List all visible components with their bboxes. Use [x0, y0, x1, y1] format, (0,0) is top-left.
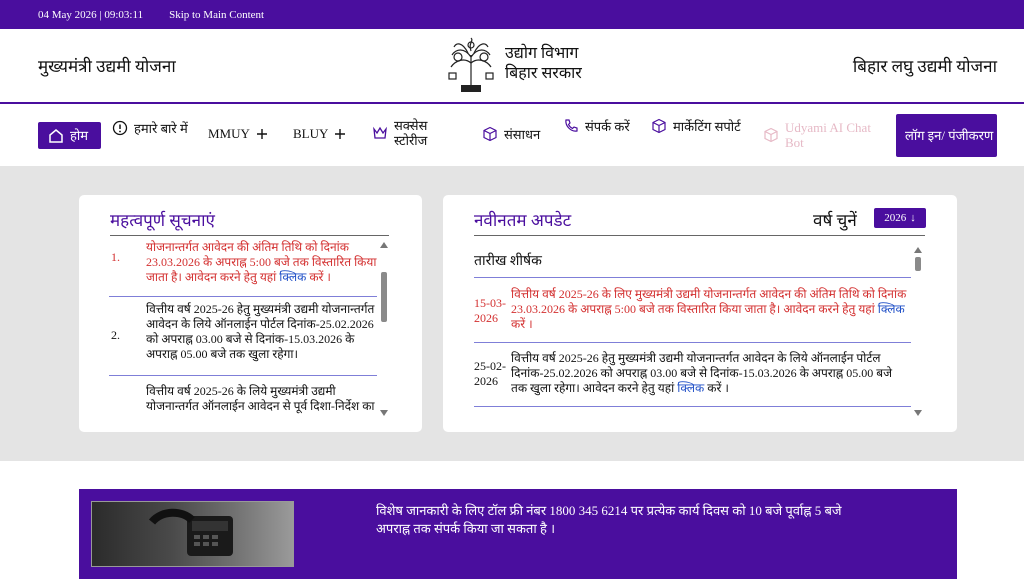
update-text: वित्तीय वर्ष 2025-26 के लिए मुख्यमंत्री … [511, 287, 911, 332]
scroll-up-arrow[interactable] [380, 242, 388, 248]
arrow-down-icon: ↓ [910, 212, 916, 224]
update-item: 25-02-2026 वित्तीय वर्ष 2025-26 हेतु मुख… [474, 351, 912, 396]
notice-text: वित्तीय वर्ष 2025-26 हेतु मुख्यमंत्री उद… [146, 302, 375, 361]
cube-icon [483, 126, 497, 142]
notice-item: 1. योजनान्तर्गत आवेदन की अंतिम तिथि को द… [109, 240, 377, 290]
year-value: 2026 [884, 212, 907, 224]
top-bar: 04 May 2026 | 09:03:11 Skip to Main Cont… [0, 0, 1024, 29]
divider [474, 342, 911, 343]
info-icon [112, 120, 128, 136]
scroll-up-arrow[interactable] [914, 247, 922, 253]
divider [109, 296, 377, 297]
update-text-tail: करें । [511, 317, 533, 331]
nav-about[interactable]: हमारे बारे में [112, 120, 192, 136]
important-notices-card: महत्वपूर्ण सूचनाएं 1. योजनान्तर्गत आवेदन… [79, 195, 422, 432]
year-select[interactable]: 2026 ↓ [874, 208, 926, 228]
nav-mmuy[interactable]: MMUY [208, 126, 268, 141]
nav-marketing-label: मार्केटिंग सपोर्ट [673, 118, 741, 134]
scroll-down-arrow[interactable] [380, 410, 388, 416]
nav-contact-label: संपर्क करें [585, 118, 630, 134]
nav-bluy-label: BLUY [293, 126, 329, 141]
department-line-2: बिहार सरकार [505, 65, 582, 82]
scheme-title-left: मुख्यमंत्री उद्यमी योजना [38, 57, 176, 76]
nav-about-label: हमारे बारे में [134, 120, 188, 136]
skip-to-main-link[interactable]: Skip to Main Content [169, 9, 264, 21]
year-select-label: वर्ष चुनें [813, 211, 857, 230]
home-icon [49, 128, 63, 143]
telephone-icon [148, 508, 233, 556]
update-date: 25-02-2026 [474, 359, 506, 388]
nav-chatbot-label: Udyami AI Chat Bot [785, 120, 871, 150]
scroll-thumb[interactable] [381, 272, 387, 322]
nav-success-stories[interactable]: सक्सेस स्टोरीज [372, 118, 462, 148]
nav-home[interactable]: होम [38, 122, 101, 149]
updates-scrollbar[interactable] [914, 247, 922, 419]
notice-item: 2. वित्तीय वर्ष 2025-26 हेतु मुख्यमंत्री… [109, 302, 377, 367]
department-line-1: उद्योग विभाग [505, 45, 579, 62]
update-item: 15-03-2026 वित्तीय वर्ष 2025-26 के लिए म… [474, 287, 912, 332]
scroll-down-arrow[interactable] [914, 410, 922, 416]
notice-text: योजनान्तर्गत आवेदन की अंतिम तिथि को दिना… [146, 240, 378, 285]
notices-title: महत्वपूर्ण सूचनाएं [110, 211, 215, 230]
update-date: 15-03-2026 [474, 296, 506, 325]
column-header: तारीख शीर्षक [474, 254, 542, 269]
divider [474, 277, 911, 278]
login-register-label: लॉग इन/ पंजीकरण [905, 128, 994, 143]
nav-mmuy-label: MMUY [208, 126, 250, 141]
crown-icon [373, 126, 387, 139]
click-link[interactable]: क्लिक [677, 381, 704, 395]
phone-icon [565, 119, 578, 132]
date-time: 04 May 2026 | 09:03:11 [38, 8, 144, 21]
site-header: मुख्यमंत्री उद्यमी योजना उद्योग विभाग बि… [0, 29, 1024, 104]
plus-icon [256, 128, 267, 139]
scroll-thumb[interactable] [915, 257, 921, 271]
login-register-button[interactable]: लॉग इन/ पंजीकरण [896, 114, 997, 157]
nav-resources[interactable]: संसाधन [482, 126, 540, 142]
title-divider [474, 235, 925, 236]
cube-icon [764, 127, 778, 143]
nav-bluy[interactable]: BLUY [293, 126, 346, 141]
plus-icon [335, 128, 346, 139]
notice-item: वित्तीय वर्ष 2025-26 के लिये मुख्यमंत्री… [109, 384, 377, 422]
bihar-emblem-icon [448, 37, 494, 92]
update-text-body: वित्तीय वर्ष 2025-26 के लिए मुख्यमंत्री … [511, 287, 907, 316]
notice-text-tail: करें । [306, 270, 331, 284]
notice-number: 1. [111, 250, 120, 264]
banner-text: विशेष जानकारी के लिए टॉल फ्री नंबर 1800 … [376, 503, 842, 536]
department-name: उद्योग विभाग बिहार सरकार [505, 44, 582, 84]
scheme-title-right: बिहार लघु उद्यमी योजना [852, 57, 997, 76]
nav-contact[interactable]: संपर्क करें [563, 118, 633, 134]
click-link[interactable]: क्लिक [279, 270, 306, 284]
cube-icon [652, 118, 666, 134]
notice-text-body: योजनान्तर्गत आवेदन की अंतिम तिथि को दिना… [146, 240, 377, 284]
notice-text: वित्तीय वर्ष 2025-26 के लिये मुख्यमंत्री… [146, 384, 375, 413]
divider [474, 406, 911, 407]
nav-chatbot[interactable]: Udyami AI Chat Bot [763, 120, 883, 150]
nav-resources-label: संसाधन [504, 126, 541, 142]
main-nav: होम हमारे बारे में MMUY BLUY सक्सेस स्टो… [0, 104, 1024, 166]
click-link[interactable]: क्लिक [878, 302, 905, 316]
divider [109, 375, 377, 376]
update-text-tail: करें । [704, 381, 729, 395]
updates-title: नवीनतम अपडेट [474, 211, 572, 230]
nav-marketing-support[interactable]: मार्केटिंग सपोर्ट [651, 118, 741, 134]
notice-number: 2. [111, 328, 120, 342]
update-text: वित्तीय वर्ष 2025-26 हेतु मुख्यमंत्री उद… [511, 351, 911, 396]
title-divider [110, 235, 389, 236]
toll-free-banner: विशेष जानकारी के लिए टॉल फ्री नंबर 1800 … [79, 489, 957, 579]
notices-scrollbar[interactable] [380, 242, 388, 419]
telephone-photo [91, 501, 294, 567]
nav-success-label: सक्सेस स्टोरीज [394, 118, 428, 148]
latest-updates-card: नवीनतम अपडेट वर्ष चुनें 2026 ↓ तारीख शीर… [443, 195, 957, 432]
nav-home-label: होम [70, 128, 89, 143]
